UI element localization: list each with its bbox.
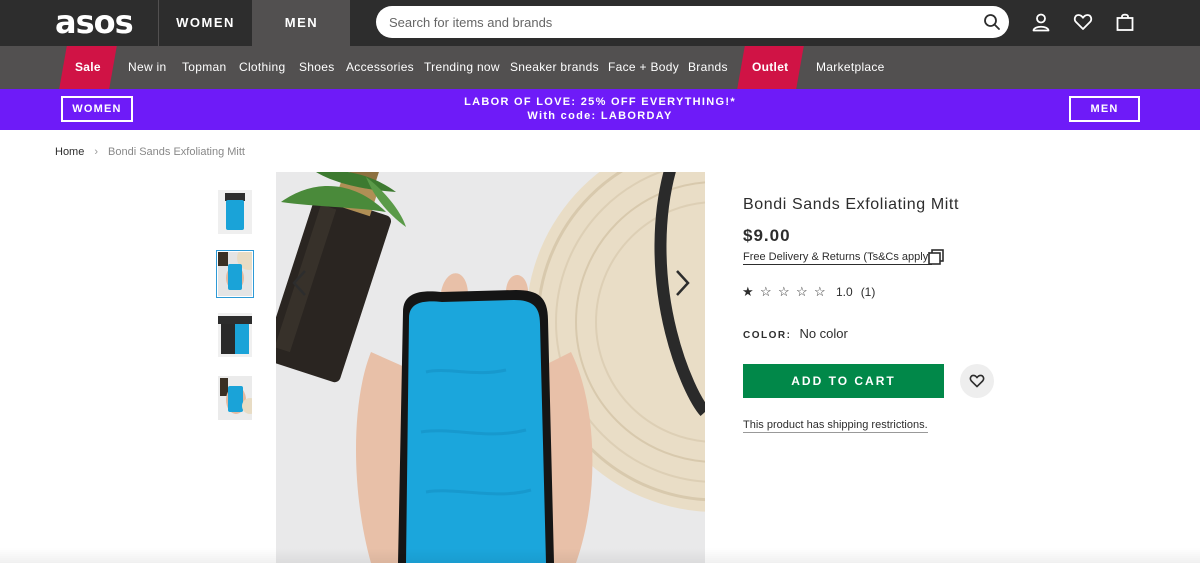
thumbnail-2-image: [218, 252, 252, 296]
save-for-later-button[interactable]: [960, 364, 994, 398]
rating-count: (1): [860, 285, 876, 299]
top-header: asos WOMEN MEN: [0, 0, 1200, 46]
promo-women-button[interactable]: WOMEN: [61, 96, 133, 122]
thumbnail-1-image: [218, 190, 252, 234]
search-icon[interactable]: [983, 13, 1001, 31]
rating-value: 1.0: [836, 285, 853, 299]
breadcrumb-separator: ›: [94, 146, 99, 158]
color-row: COLOR: No color: [743, 326, 848, 341]
promo-men-button[interactable]: MEN: [1069, 96, 1140, 122]
next-image-arrow[interactable]: [672, 268, 692, 298]
product-photo: [276, 172, 705, 563]
color-value: No color: [799, 326, 848, 341]
star-empty-icon: ☆: [778, 284, 790, 299]
star-empty-icon: ☆: [796, 284, 808, 299]
nav-item-sneaker-brands[interactable]: Sneaker brands: [510, 46, 599, 89]
heart-icon[interactable]: [1073, 12, 1093, 32]
nav-item-sale[interactable]: Sale: [59, 46, 117, 89]
nav-item-accessories[interactable]: Accessories: [346, 46, 414, 89]
breadcrumb-home[interactable]: Home: [55, 146, 84, 158]
nav-item-trending-now[interactable]: Trending now: [424, 46, 500, 89]
thumbnail-3[interactable]: [218, 313, 252, 357]
search-bar: [376, 6, 1009, 38]
star-empty-icon: ☆: [760, 284, 772, 299]
thumbnail-4[interactable]: [218, 376, 252, 420]
popup-icon[interactable]: [928, 249, 944, 265]
bag-icon[interactable]: [1115, 12, 1135, 32]
product-title: Bondi Sands Exfoliating Mitt: [743, 196, 960, 213]
nav-item-face-body[interactable]: Face + Body: [608, 46, 679, 89]
breadcrumb-current: Bondi Sands Exfoliating Mitt: [108, 146, 245, 158]
page-fold-shadow: [0, 548, 1200, 563]
shipping-restrictions-link[interactable]: This product has shipping restrictions.: [743, 419, 928, 433]
promo-line-2: With code: LABORDAY: [527, 110, 673, 122]
thumbnail-3-image: [218, 313, 252, 357]
nav-item-marketplace[interactable]: Marketplace: [816, 46, 885, 89]
thumbnail-4-image: [218, 376, 252, 420]
nav-item-shoes[interactable]: Shoes: [299, 46, 335, 89]
promo-line-1: LABOR OF LOVE: 25% OFF EVERYTHING!*: [464, 96, 736, 108]
free-delivery-link[interactable]: Free Delivery & Returns (Ts&Cs apply): [743, 251, 932, 265]
nav-item-outlet[interactable]: Outlet: [737, 46, 804, 89]
account-icon[interactable]: [1031, 12, 1051, 32]
thumbnail-1[interactable]: [218, 190, 252, 234]
add-to-cart-button[interactable]: ADD TO CART: [743, 364, 944, 398]
star-empty-icon: ☆: [814, 284, 826, 299]
nav-item-clothing[interactable]: Clothing: [239, 46, 285, 89]
tab-men[interactable]: MEN: [253, 0, 350, 46]
previous-image-arrow[interactable]: [290, 268, 310, 298]
nav-item-brands[interactable]: Brands: [688, 46, 728, 89]
category-nav: Sale New in Topman Clothing Shoes Access…: [0, 46, 1200, 89]
product-main-image[interactable]: [276, 172, 705, 563]
asos-logo[interactable]: asos: [55, 5, 134, 39]
heart-icon: [969, 374, 985, 388]
product-rating[interactable]: ★ ☆ ☆ ☆ ☆ 1.0 (1): [742, 284, 875, 300]
breadcrumb: Home › Bondi Sands Exfoliating Mitt: [55, 146, 245, 158]
promo-message: LABOR OF LOVE: 25% OFF EVERYTHING!* With…: [380, 95, 820, 123]
thumbnail-2[interactable]: [216, 250, 254, 298]
product-price: $9.00: [743, 226, 791, 245]
tab-women[interactable]: WOMEN: [158, 0, 253, 46]
search-input[interactable]: [389, 6, 969, 38]
star-filled-icon: ★: [742, 284, 754, 299]
promo-banner[interactable]: WOMEN LABOR OF LOVE: 25% OFF EVERYTHING!…: [0, 89, 1200, 130]
nav-item-new-in[interactable]: New in: [128, 46, 166, 89]
color-label: COLOR:: [743, 330, 792, 341]
nav-item-topman[interactable]: Topman: [182, 46, 227, 89]
